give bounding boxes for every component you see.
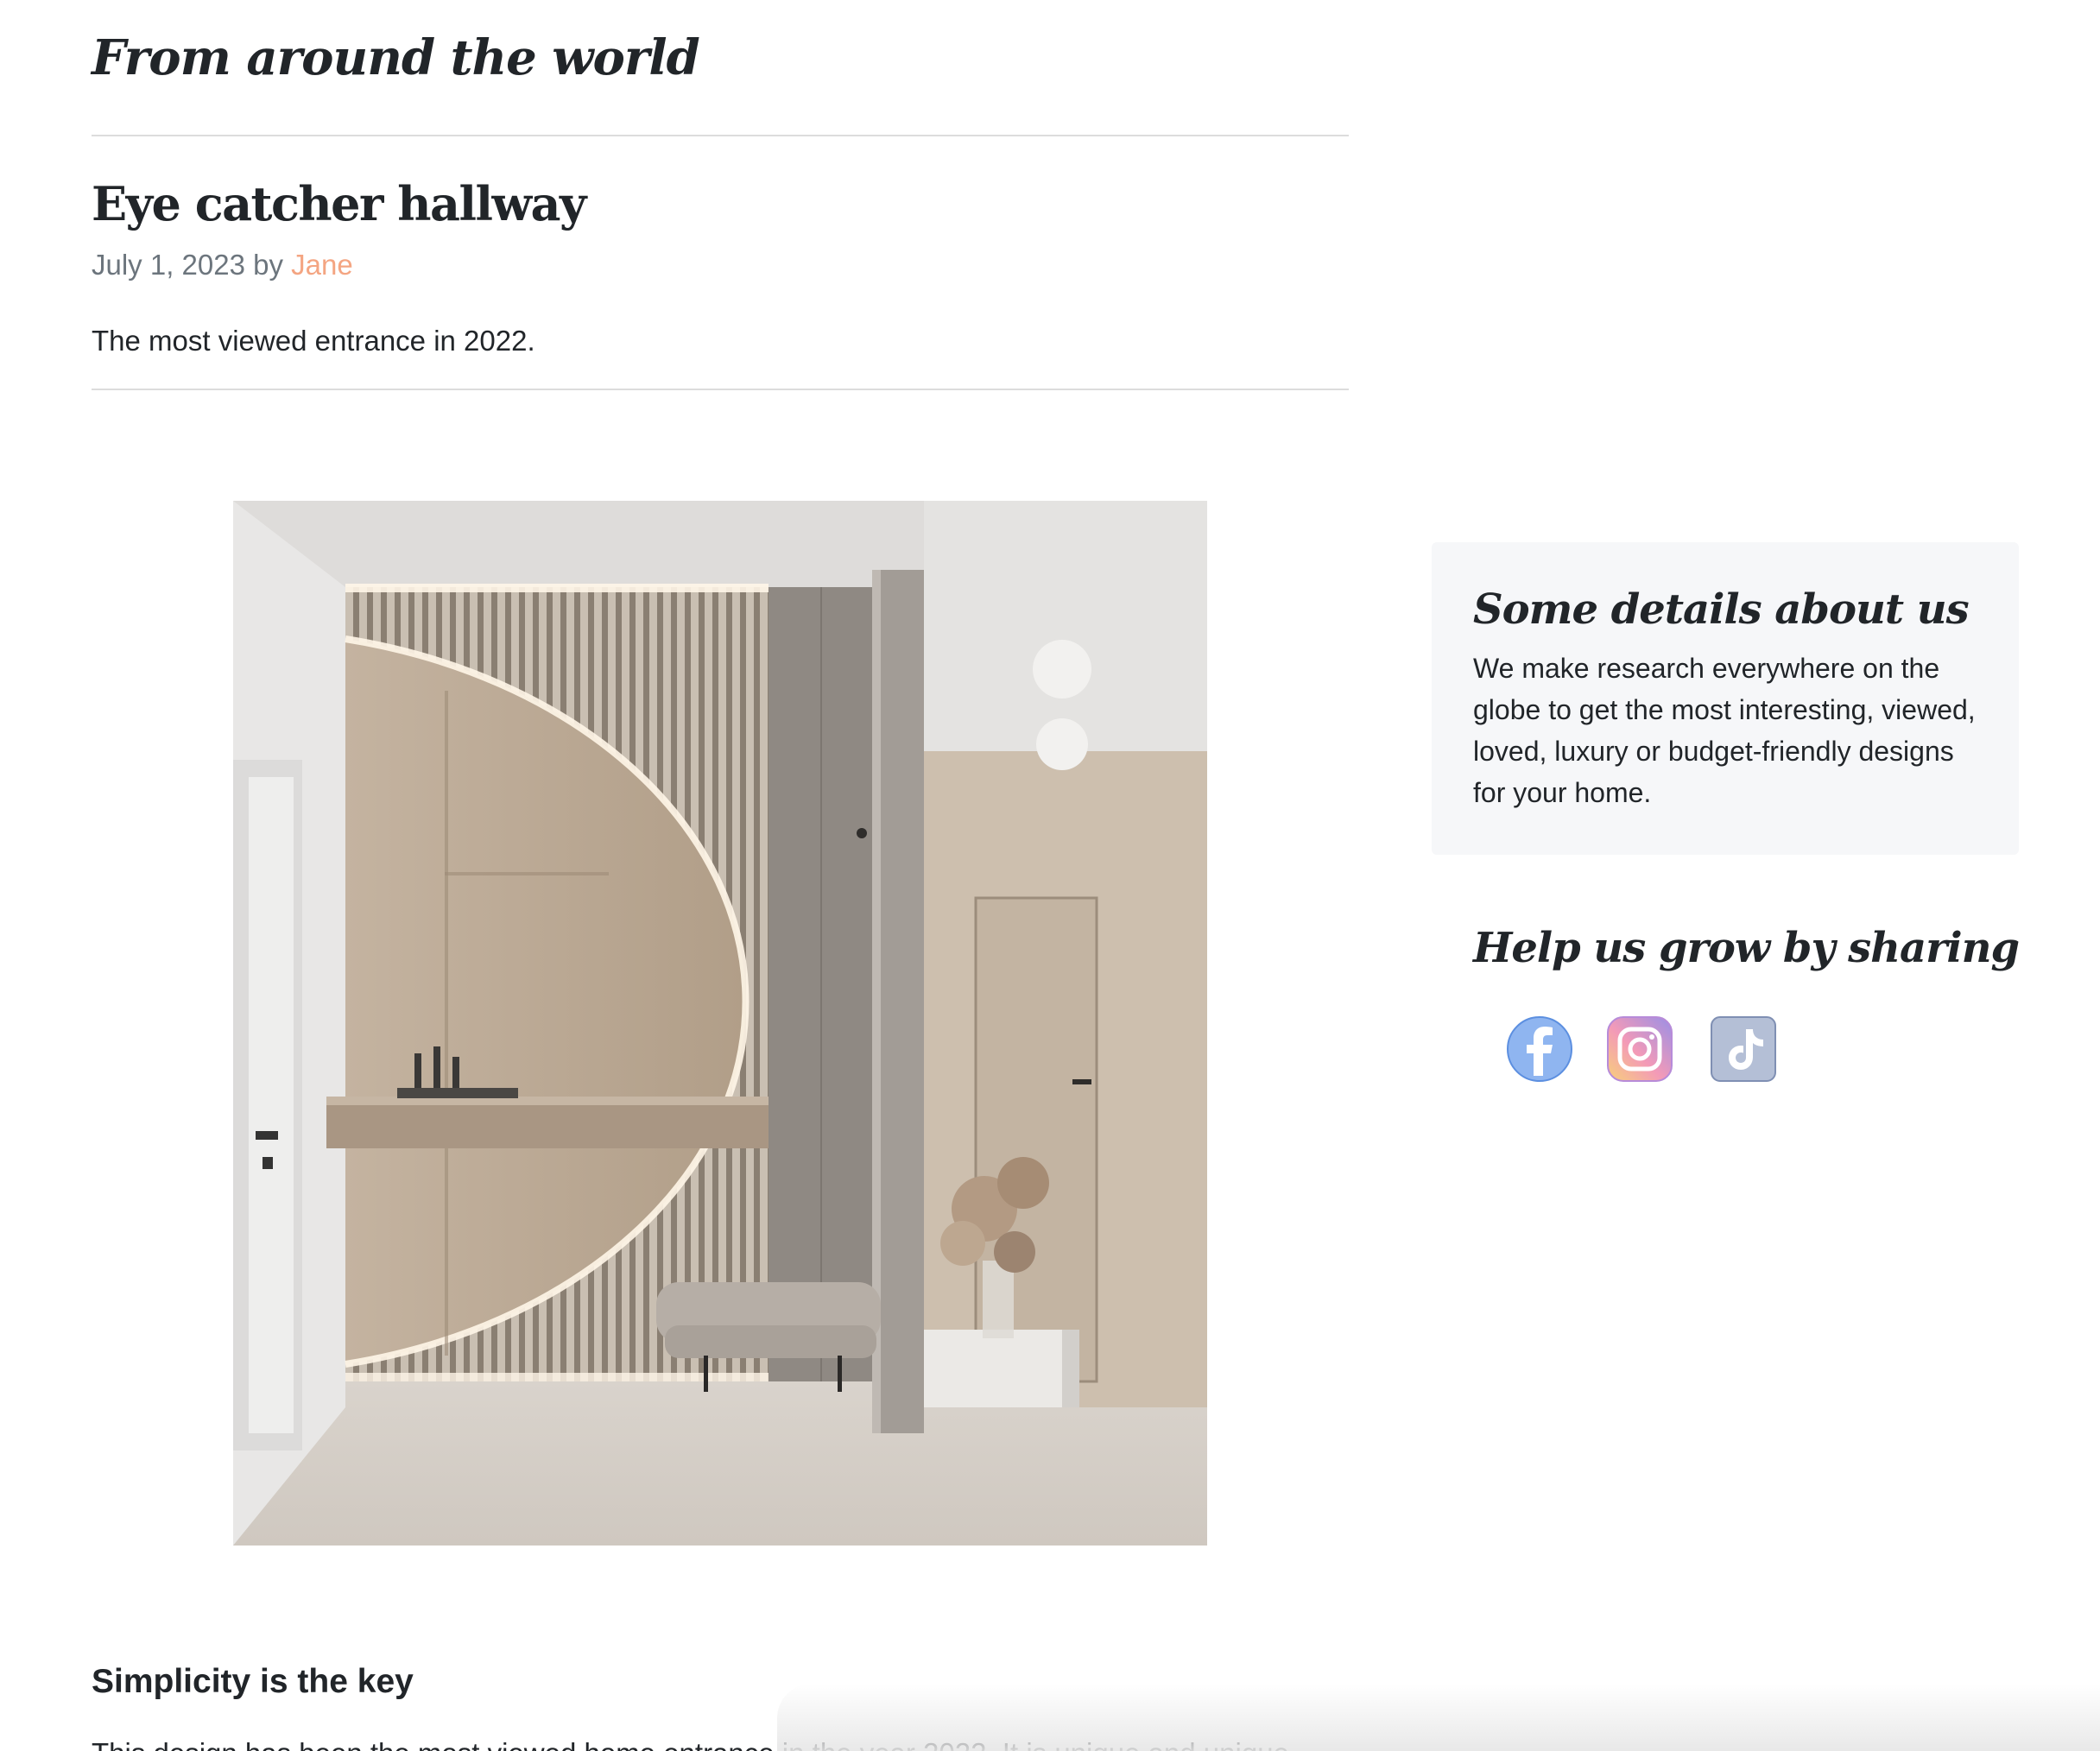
hallway-photo [233,501,1207,1546]
tiktok-icon[interactable] [1710,1015,1777,1083]
post-subheading: Simplicity is the key [92,1663,414,1700]
post-by: by [253,249,283,281]
divider [92,135,1349,136]
post-title[interactable]: Eye catcher hallway [92,176,586,231]
post-date: July 1, 2023 [92,249,245,281]
share-title: Help us grow by sharing [1473,924,2020,972]
about-text: We make research everywhere on the globe… [1473,653,1976,808]
facebook-icon[interactable] [1506,1015,1573,1083]
about-card: Some details about us We make research e… [1432,542,2019,855]
page: From around the world Eye catcher hallwa… [0,0,2100,1751]
author-link[interactable]: Jane [291,249,353,281]
post-meta: July 1, 2023 by Jane [92,249,353,281]
divider [92,389,1349,390]
instagram-icon[interactable] [1606,1015,1673,1083]
about-title: Some details about us [1473,585,1970,634]
post-lead: The most viewed entrance in 2022. [92,325,535,357]
section-title: From around the world [92,29,700,86]
scroll-overlay [777,1684,2100,1751]
